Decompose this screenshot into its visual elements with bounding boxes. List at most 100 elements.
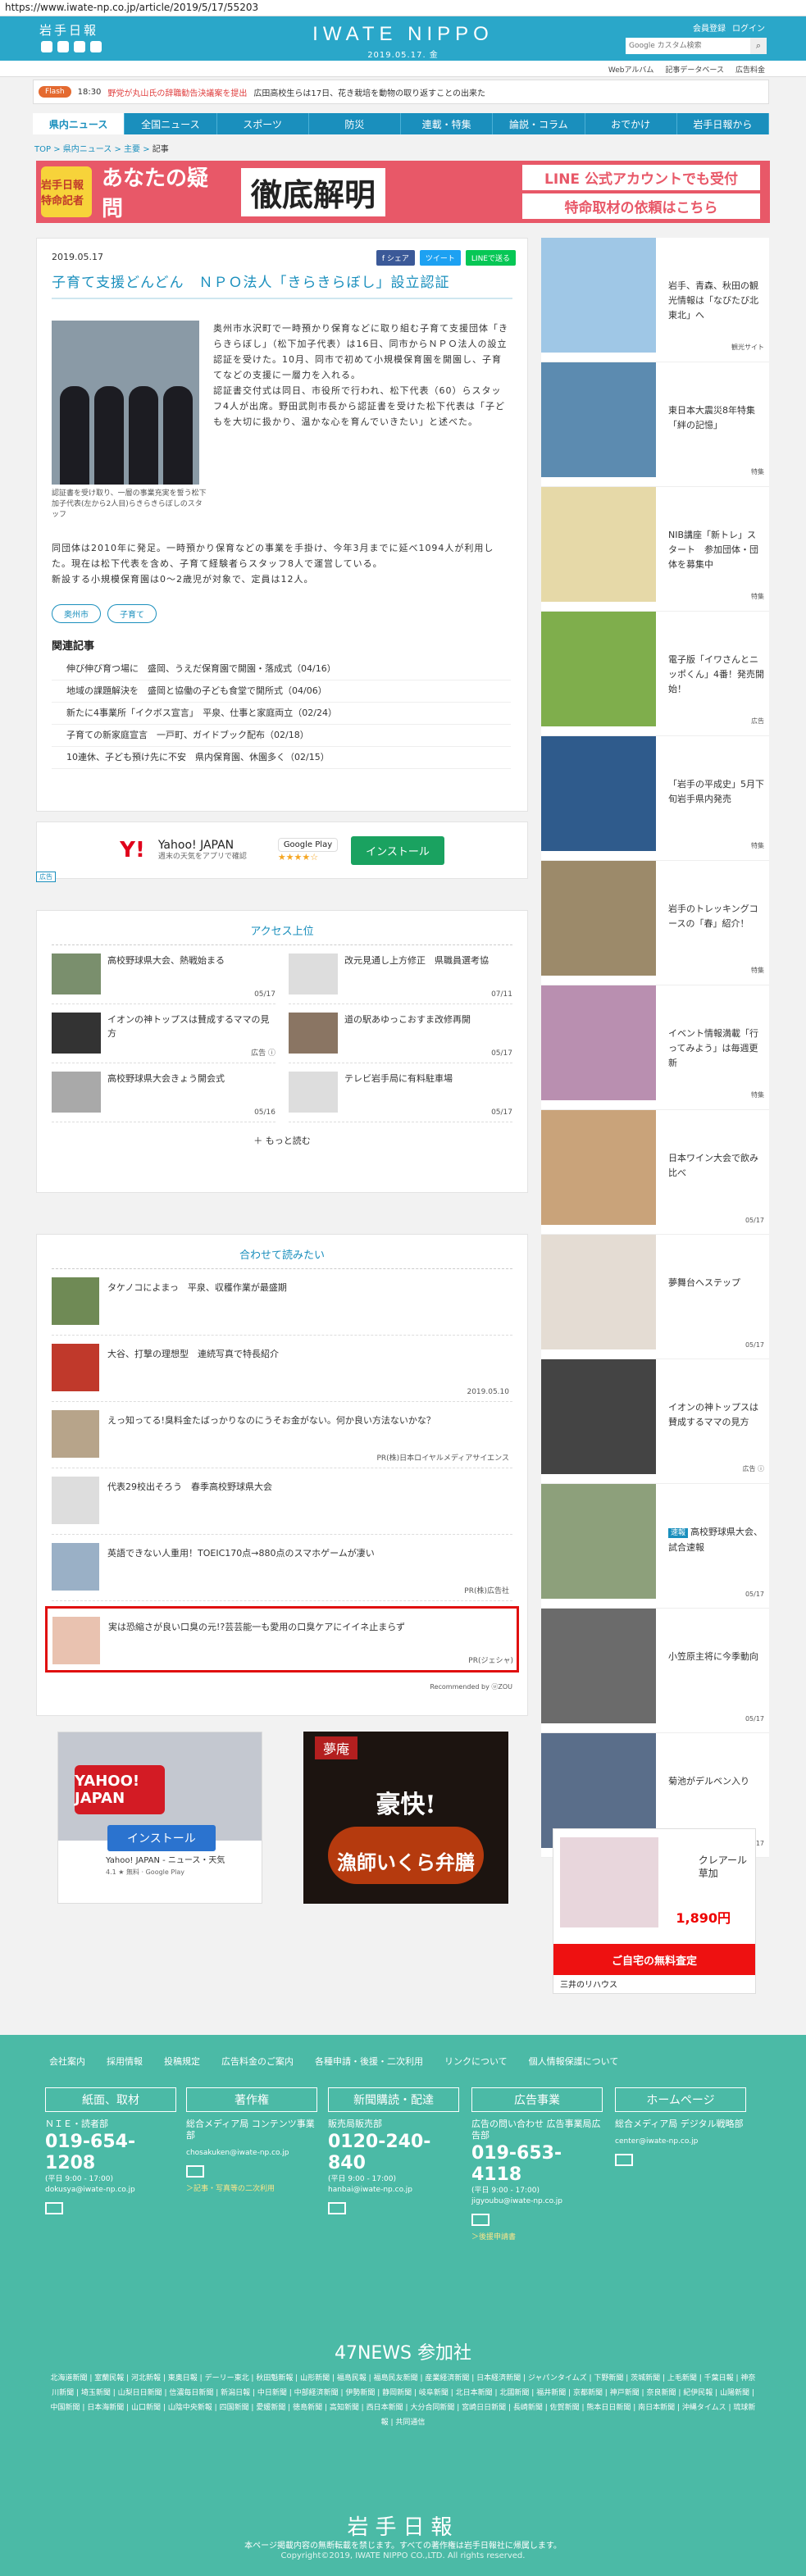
sidebar-item[interactable]: イベント情報満載「行ってみよう」は毎週更新 特集	[541, 985, 769, 1110]
footer-email[interactable]: center@iwate-np.co.jp	[615, 2137, 746, 2147]
footer-phone[interactable]: 019-653-4118	[471, 2143, 603, 2186]
thumbnail	[52, 1617, 100, 1664]
footer-link[interactable]: 会社案内	[49, 2055, 85, 2068]
nav-from-nippo[interactable]: 岩手日報から	[677, 113, 769, 134]
sidebar-item[interactable]: 夢舞台へステップ 05/17	[541, 1235, 769, 1359]
sidebar-item[interactable]: NIB講座「新トレ」スタート 参加団体・団体を募集中 特集	[541, 487, 769, 612]
footer-email[interactable]: dokusya@iwate-np.co.jp	[45, 2185, 176, 2196]
footer-link[interactable]: 個人情報保護について	[529, 2055, 619, 2068]
footer-link[interactable]: リンクについて	[444, 2055, 508, 2068]
thumbnail	[289, 953, 338, 994]
sidebar-item[interactable]: 岩手、青森、秋田の観光情報は「なびたび北東北」へ 観光サイト	[541, 238, 769, 362]
article-photo[interactable]	[52, 321, 199, 485]
google-play-badge: Google Play	[277, 838, 339, 852]
nav-national-news[interactable]: 全国ニュース	[125, 113, 217, 134]
mail-icon[interactable]	[328, 2202, 346, 2214]
recommend-item[interactable]: 英語できない人重用！TOEIC170点→880点のスマホゲームが凄い PR(株)広…	[52, 1535, 512, 1601]
related-link[interactable]: 子育ての新家庭宣言 一戸町、ガイドブック配布（02/18）	[52, 725, 511, 747]
footer-secondary-use-link[interactable]: ＞記事・写真等の二次利用	[186, 2182, 317, 2193]
ranking-item[interactable]: 高校野球県大会きょう開会式 05/16	[52, 1063, 275, 1122]
search-input[interactable]	[626, 38, 750, 54]
ad-cta[interactable]: ご自宅の無料査定	[553, 1944, 755, 1975]
recommend-item-sub: PR(株)日本ロイヤルメディアサイエンス	[376, 1454, 509, 1463]
footer-logo[interactable]: 岩手日報	[0, 2510, 806, 2541]
nav-disaster[interactable]: 防災	[309, 113, 401, 134]
search-icon[interactable]: ⌕	[750, 38, 767, 54]
tag-button[interactable]: 子育て	[107, 604, 157, 623]
sidebar-item[interactable]: 電子版「イワさんとニッポくん」4番！発売開始！ 広告	[541, 612, 769, 736]
yahoo-app-ad[interactable]: Y! Yahoo! JAPAN 週末の天気をアプリで確認 Google Play…	[36, 821, 528, 879]
nav-features[interactable]: 連載・特集	[401, 113, 494, 134]
member-register-link[interactable]: 会員登録	[693, 21, 726, 34]
flash-headline[interactable]: 野党が丸山氏の辞職勧告決議案を提出	[107, 86, 247, 98]
person-figure	[129, 386, 158, 485]
footer-phone[interactable]: 019-654-1208	[45, 2132, 176, 2174]
related-link[interactable]: 10連休、子ども預け先に不安 県内保育園、休園多く（02/15）	[52, 747, 511, 769]
recommended-by[interactable]: Recommended by ⓤZOU	[52, 1677, 512, 1691]
sidebar-item[interactable]: 日本ワイン大会で飲み比べ 05/17	[541, 1110, 769, 1235]
footer-phone[interactable]: 0120-240-840	[328, 2132, 459, 2174]
real-estate-ad[interactable]: クレアール 草加 1,890円 ご自宅の無料査定 三井のリハウス	[553, 1828, 756, 1994]
footer-link[interactable]: 広告料金のご案内	[221, 2055, 294, 2068]
promo-banner[interactable]: 岩手日報特命記者 あなたの疑問 徹底解明 LINE 公式アカウントでも受付 特命…	[36, 161, 770, 223]
food-ad[interactable]: 夢庵 豪快! 漁師いくら弁膳	[303, 1732, 508, 1904]
url-bar[interactable]: https://www.iwate-np.co.jp/article/2019/…	[0, 0, 806, 16]
mail-icon[interactable]	[471, 2214, 490, 2226]
footer-link[interactable]: 各種申請・後援・二次利用	[315, 2055, 423, 2068]
recommend-item-highlighted[interactable]: 実は恐縮さが良い口臭の元!?芸芸能一も愛用の口臭ケアにイイネ止まらず PR(ジェシ…	[45, 1606, 519, 1673]
related-link[interactable]: 新たに4事業所「イクボス宣言」 平泉、仕事と家庭両立（02/24）	[52, 703, 511, 725]
ranking-item[interactable]: テレビ岩手局に有料駐車場 05/17	[289, 1063, 512, 1122]
recommend-item[interactable]: 代表29校出そろう 春季高校野球県大会	[52, 1468, 512, 1535]
footer-contact-editorial: 紙面、取材 ＮＩＥ・読者部 019-654-1208 (平日 9:00 - 17…	[45, 2087, 176, 2214]
mail-icon[interactable]	[45, 2202, 63, 2214]
recommend-item[interactable]: えっ知ってる!臭料金たばっかりなのにうそお金がない。何か良い方法ないかな？ PR(…	[52, 1402, 512, 1468]
ranking-item[interactable]: 改元見通し上方修正 県職員選考協 07/11	[289, 945, 512, 1004]
install-button[interactable]: インストール	[351, 835, 444, 865]
footer-sponsorship-link[interactable]: ＞後援申請書	[471, 2231, 603, 2241]
subnav-item[interactable]: 広告料金	[735, 64, 765, 76]
login-link[interactable]: ログイン	[732, 21, 765, 34]
related-link[interactable]: 地域の課題解決を 盛岡と協働の子ども食堂で開所式（04/06）	[52, 680, 511, 703]
install-button[interactable]: インストール	[107, 1825, 216, 1851]
breadcrumb-sub[interactable]: 主要	[124, 145, 140, 154]
ranking-item[interactable]: イオンの神トップスは賛成するママの見方 広告 ⓘ	[52, 1004, 275, 1063]
sidebar-item[interactable]: イオンの神トップスは賛成するママの見方 広告 ⓘ	[541, 1359, 769, 1484]
nav-outing[interactable]: おでかけ	[585, 113, 677, 134]
article-tags: 奥州市 子育て	[52, 604, 157, 623]
breadcrumb-cat[interactable]: 県内ニュース	[63, 145, 112, 154]
facebook-share-button[interactable]: f シェア	[376, 250, 415, 266]
sidebar-item[interactable]: 「岩手の平成史」5月下旬岩手県内発売 特集	[541, 736, 769, 861]
ranking-item-title: 道の駅あゆっこおすま改修再開	[344, 1014, 471, 1025]
recommend-item[interactable]: タケノコによまっ 平泉、収穫作業が最盛期	[52, 1269, 512, 1336]
line-share-button[interactable]: LINEで送る	[465, 250, 516, 266]
twitter-share-button[interactable]: ツイート	[419, 250, 461, 266]
nav-sports[interactable]: スポーツ	[217, 113, 309, 134]
more-button[interactable]: ＋ もっと読む	[52, 1122, 512, 1158]
ranking-item[interactable]: 道の駅あゆっこおすま改修再開 05/17	[289, 1004, 512, 1063]
mail-icon[interactable]	[615, 2154, 633, 2166]
subnav-item[interactable]: 記事データベース	[665, 64, 724, 76]
flash-body[interactable]: 広田高校生らは17日、花き栽培を動物の取り返すことの出来た	[253, 86, 485, 98]
footer-email[interactable]: jigyoubu@iwate-np.co.jp	[471, 2196, 603, 2207]
news47-list[interactable]: 北海道新聞 | 室蘭民報 | 河北新報 | 東奥日報 | デーリー東北 | 秋田…	[49, 2371, 757, 2430]
recommend-item[interactable]: 大谷、打撃の理想型 連続写真で特長紹介 2019.05.10	[52, 1336, 512, 1402]
nav-opinion[interactable]: 論説・コラム	[493, 113, 585, 134]
sidebar-item[interactable]: 岩手のトレッキングコースの「春」紹介！ 特集	[541, 861, 769, 985]
breadcrumb-top[interactable]: TOP	[34, 145, 51, 154]
subnav-item[interactable]: Webアルバム	[608, 64, 654, 76]
mail-icon[interactable]	[186, 2165, 204, 2178]
footer-link[interactable]: 採用情報	[107, 2055, 143, 2068]
sidebar-item[interactable]: 小笠原主将に今季動向 05/17	[541, 1609, 769, 1733]
yahoo-app-ad-large[interactable]: YAHOO! JAPAN インストール Yahoo! JAPAN - ニュース・…	[57, 1732, 262, 1904]
footer-email[interactable]: hanbai@iwate-np.co.jp	[328, 2185, 459, 2196]
nav-local-news[interactable]: 県内ニュース	[33, 113, 125, 134]
sidebar-item[interactable]: 東日本大震災8年特集「絆の記憶」 特集	[541, 362, 769, 487]
footer-link[interactable]: 投稿規定	[164, 2055, 200, 2068]
tag-button[interactable]: 奥州市	[52, 604, 101, 623]
ranking-item[interactable]: 高校野球県大会、熱戦始まる 05/17	[52, 945, 275, 1004]
related-link[interactable]: 伸び伸び育つ場に 盛岡、うえだ保育園で開園・落成式（04/16）	[52, 658, 511, 680]
footer-col-sub: 総合メディア局 コンテンツ事業部	[186, 2119, 315, 2141]
sidebar-item[interactable]: 速報 高校野球県大会、試合速報 05/17	[541, 1484, 769, 1609]
banner-right: LINE 公式アカウントでも受付 特命取材の依頼はこちら	[522, 162, 760, 222]
footer-email[interactable]: chosakuken@iwate-np.co.jp	[186, 2148, 317, 2159]
